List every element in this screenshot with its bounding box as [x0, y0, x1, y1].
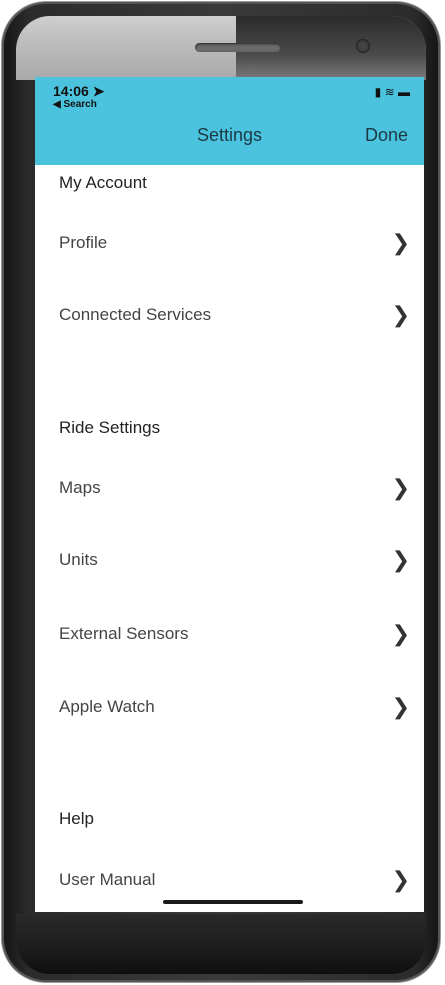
- front-camera: [356, 39, 370, 53]
- chevron-right-icon: ❯: [391, 303, 410, 328]
- settings-row-connected-services[interactable]: Connected Services ❯: [35, 296, 424, 336]
- chevron-right-icon: ❯: [391, 231, 410, 256]
- chevron-right-icon: ❯: [391, 868, 410, 893]
- settings-row-units[interactable]: Units ❯: [35, 541, 424, 581]
- row-label: Profile: [59, 233, 108, 252]
- settings-row-apple-watch[interactable]: Apple Watch ❯: [35, 688, 424, 728]
- phone-bottom-bezel: [16, 914, 426, 974]
- settings-screen: 14:06 ➤ ◀ Search ▮ ≋ ▬ Settings Done My …: [35, 77, 424, 912]
- row-label: External Sensors: [59, 624, 189, 643]
- status-time: 14:06 ➤: [53, 83, 104, 100]
- chevron-right-icon: ❯: [391, 548, 410, 573]
- row-label: Units: [59, 550, 98, 569]
- header-bar: 14:06 ➤ ◀ Search ▮ ≋ ▬ Settings Done: [35, 77, 424, 165]
- chevron-right-icon: ❯: [391, 622, 410, 647]
- settings-row-maps[interactable]: Maps ❯: [35, 469, 424, 509]
- row-label: Connected Services: [59, 305, 212, 324]
- chevron-right-icon: ❯: [391, 695, 410, 720]
- wifi-icon: ≋: [384, 85, 395, 99]
- settings-row-user-manual[interactable]: User Manual ❯: [35, 861, 424, 901]
- phone-frame: 14:06 ➤ ◀ Search ▮ ≋ ▬ Settings Done My …: [2, 2, 440, 982]
- location-arrow-icon: ➤: [92, 83, 105, 99]
- done-button[interactable]: Done: [365, 125, 408, 146]
- home-indicator[interactable]: [163, 900, 303, 904]
- chevron-right-icon: ❯: [391, 476, 410, 501]
- section-header-help: Help: [59, 809, 94, 828]
- row-label: Maps: [59, 478, 101, 497]
- settings-row-external-sensors[interactable]: External Sensors ❯: [35, 615, 424, 655]
- section-header-ride-settings: Ride Settings: [59, 418, 161, 437]
- time-text: 14:06: [53, 83, 89, 99]
- status-icons: ▮ ≋ ▬: [375, 85, 410, 99]
- speaker-grille: [195, 43, 281, 52]
- back-to-search-link[interactable]: ◀ Search: [53, 99, 97, 110]
- row-label: Apple Watch: [59, 697, 155, 716]
- settings-row-profile[interactable]: Profile ❯: [35, 224, 424, 264]
- signal-icon: ▮: [374, 85, 382, 99]
- row-label: User Manual: [59, 870, 156, 889]
- section-header-my-account: My Account: [59, 173, 147, 192]
- battery-icon: ▬: [398, 85, 410, 99]
